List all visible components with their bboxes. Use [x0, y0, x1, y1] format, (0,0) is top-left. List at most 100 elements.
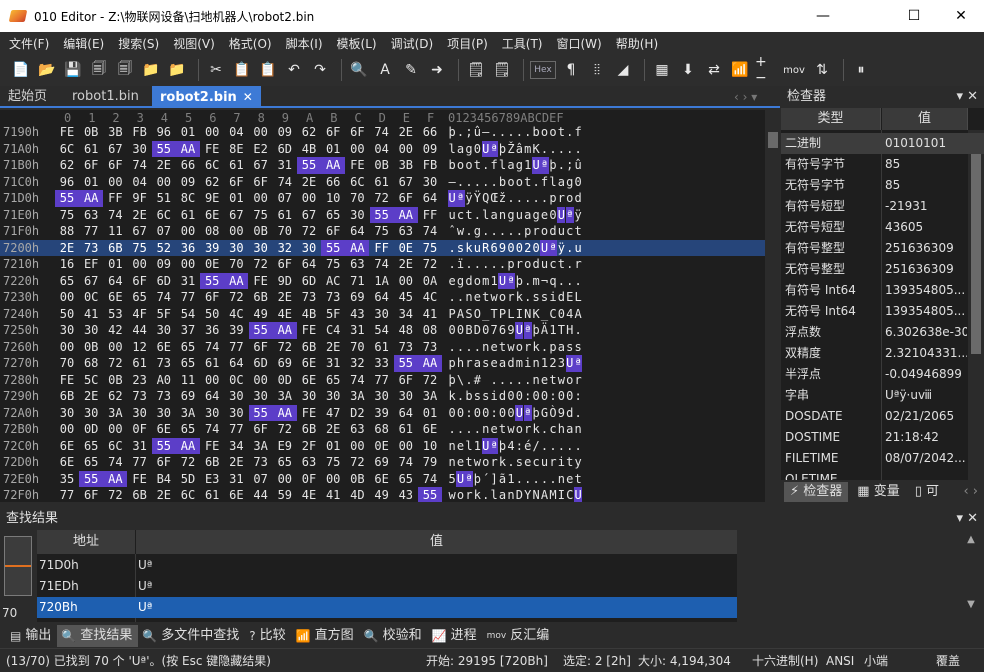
inspector-value[interactable]: 01010101	[885, 133, 967, 154]
ascii-char[interactable]: .	[524, 372, 532, 389]
ascii-char[interactable]: .	[507, 124, 515, 141]
hex-row[interactable]: 7200h 2E 73 6B 75 52 36 39 30 30 32 30 55 AA FF 0E 75. s k…	[0, 239, 765, 257]
hex-byte[interactable]: FE	[129, 471, 151, 488]
hex-byte[interactable]: 55	[79, 470, 104, 487]
ascii-char[interactable]: .	[490, 174, 498, 191]
hex-byte[interactable]: 39	[371, 405, 393, 422]
hex-mode-button[interactable]: Hex	[530, 61, 556, 79]
ascii-char[interactable]: k	[532, 421, 540, 438]
hex-byte[interactable]: 74	[395, 454, 417, 471]
save-all-icon[interactable]: 🗐	[114, 59, 136, 81]
hex-byte[interactable]: 6E	[104, 289, 126, 306]
ascii-char[interactable]: b	[448, 157, 456, 174]
hex-byte[interactable]: 00	[395, 273, 417, 290]
hex-scrollbar[interactable]	[765, 110, 781, 502]
hex-byte[interactable]: 65	[56, 273, 78, 290]
ascii-char[interactable]: e	[456, 454, 464, 471]
ascii-char[interactable]: t	[498, 339, 506, 356]
ascii-char[interactable]: .	[490, 372, 498, 389]
hex-byte[interactable]: 2E	[395, 256, 417, 273]
hex-byte[interactable]: 73	[80, 240, 102, 257]
hex-byte[interactable]: 1A	[371, 273, 393, 290]
ascii-char[interactable]: 1	[507, 471, 515, 488]
hex-byte[interactable]: 01	[80, 174, 102, 191]
menu-template[interactable]: 模板(L)	[332, 35, 382, 52]
hex-byte[interactable]: 66	[322, 174, 344, 191]
hex-byte[interactable]: 2E	[80, 388, 102, 405]
inspector-row[interactable]: 有符号字节 85	[781, 154, 984, 175]
hex-byte[interactable]: 8C	[177, 190, 199, 207]
calculator-icon[interactable]: ▦	[651, 59, 673, 81]
redo-icon[interactable]: ↷	[309, 59, 331, 81]
ascii-char[interactable]: u	[574, 240, 582, 257]
ascii-char[interactable]: .	[515, 372, 523, 389]
ascii-char[interactable]: s	[482, 388, 490, 405]
hex-byte[interactable]: 31	[322, 355, 344, 372]
hex-byte[interactable]: 96	[56, 174, 78, 191]
hex-byte[interactable]: 36	[201, 322, 223, 339]
ascii-char[interactable]: h	[456, 355, 464, 372]
hex-byte[interactable]: 67	[250, 157, 272, 174]
hex-byte[interactable]: FE	[201, 141, 223, 158]
hex-byte[interactable]: 10	[419, 438, 441, 455]
ascii-char[interactable]: /	[532, 438, 540, 455]
inspector-value[interactable]: 2.32104331...	[885, 343, 967, 364]
hex-row[interactable]: 71F0h 88 77 11 67 07 00 08 00 0B 70 72 6F 64 75 63 74 ˆ w.…	[0, 223, 765, 240]
inspector-row[interactable]: 有符号短型 -21931	[781, 196, 984, 217]
ascii-char[interactable]: ª	[523, 404, 532, 421]
ascii-char[interactable]: k	[498, 454, 506, 471]
inspector-row[interactable]: 浮点数 6.302638e-30	[781, 322, 984, 343]
hex-byte[interactable]: 6C	[177, 487, 199, 502]
ascii-char[interactable]: o	[473, 273, 481, 290]
hex-byte[interactable]: E2	[250, 141, 272, 158]
hex-byte[interactable]: 55	[151, 437, 176, 454]
hex-byte[interactable]: 9F	[129, 190, 151, 207]
inspector-row[interactable]: 双精度 2.32104331...	[781, 343, 984, 364]
hex-byte[interactable]: 09	[419, 141, 441, 158]
hex-byte[interactable]: FE	[298, 322, 320, 339]
new-file-icon[interactable]: 📄	[10, 59, 32, 81]
hex-byte[interactable]: 74	[201, 339, 223, 356]
hex-byte[interactable]: 55	[151, 140, 176, 157]
hex-row[interactable]: 72C0h 6E 65 6C 31 55 AA FE 34 3A E9 2F 01 00 0E 00 10 n e l…	[0, 437, 765, 455]
ascii-char[interactable]: g	[566, 174, 574, 191]
inspector-value[interactable]: Uªÿ·uⅷ	[885, 385, 967, 406]
ascii-char[interactable]: :	[515, 438, 523, 455]
hex-byte[interactable]: 65	[80, 438, 102, 455]
hex-byte[interactable]: 00	[298, 190, 320, 207]
hex-row[interactable]: 7210h 16 EF 01 00 09 00 0E 70 72 6F 64 75 63 74 2E 72. ï.…	[0, 256, 765, 273]
hex-byte[interactable]: 30	[153, 322, 175, 339]
ascii-char[interactable]: 0	[557, 306, 565, 323]
hex-byte[interactable]: 31	[177, 273, 199, 290]
ascii-char[interactable]: U	[565, 355, 574, 372]
hex-byte[interactable]: 54	[371, 322, 393, 339]
inspector-value[interactable]: -0.04946899	[885, 364, 967, 385]
ascii-char[interactable]: s	[540, 289, 548, 306]
ascii-char[interactable]: y	[574, 454, 582, 471]
hex-byte[interactable]: 6E	[56, 438, 78, 455]
hex-byte[interactable]: 2E	[225, 454, 247, 471]
ascii-char[interactable]: .	[566, 141, 574, 158]
ascii-char[interactable]: T	[557, 322, 565, 339]
inspector-value[interactable]: 43605	[885, 217, 967, 238]
hex-byte[interactable]: 4B	[298, 306, 320, 323]
hex-byte[interactable]: 8E	[225, 141, 247, 158]
hex-row[interactable]: 7280h FE 5C 0B 23 A0 11 00 0C 00 0D 6E 65 74 77 6F 72 þ \.…	[0, 372, 765, 389]
hex-byte[interactable]: 30	[395, 388, 417, 405]
ascii-char[interactable]: D	[515, 487, 523, 502]
hex-byte[interactable]: 6F	[322, 124, 344, 141]
hex-byte[interactable]: 3B	[104, 124, 126, 141]
ascii-char[interactable]: .	[524, 124, 532, 141]
hex-byte[interactable]: 62	[201, 174, 223, 191]
ascii-char[interactable]: 1	[549, 322, 557, 339]
ascii-char[interactable]: I	[557, 487, 565, 502]
hex-byte[interactable]: 0D	[80, 421, 102, 438]
ascii-char[interactable]: 1	[524, 157, 532, 174]
ascii-char[interactable]: k	[473, 487, 481, 502]
hex-byte[interactable]: 30	[80, 322, 102, 339]
results-row[interactable]: 71EDh Uª	[37, 576, 737, 597]
hex-row[interactable]: 71A0h 6C 61 67 30 55 AA FE 8E E2 6D 4B 01 00 04 00 09 l a g…	[0, 140, 765, 158]
ascii-char[interactable]: .	[574, 322, 582, 339]
hex-byte[interactable]: 3A	[274, 388, 296, 405]
ascii-char[interactable]: é	[524, 438, 532, 455]
